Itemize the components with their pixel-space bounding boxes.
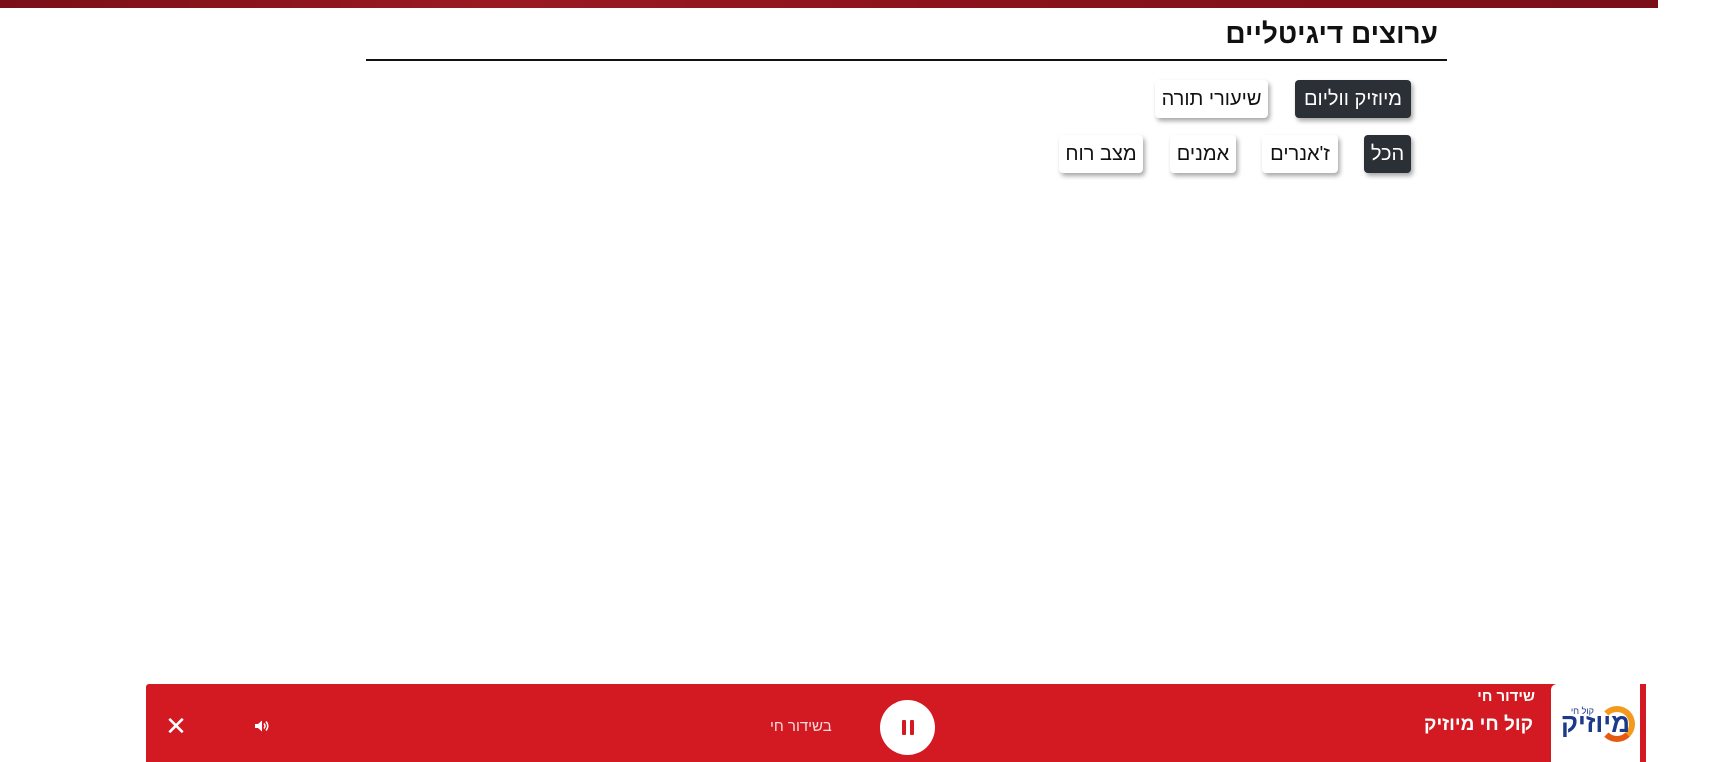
- player-edge: [1640, 684, 1646, 762]
- filter-all[interactable]: הכל: [1364, 135, 1411, 173]
- title-divider: [366, 59, 1447, 61]
- filter-artists[interactable]: אמנים: [1170, 135, 1236, 173]
- tab-torah-lessons[interactable]: שיעורי תורה: [1155, 80, 1268, 118]
- pause-button[interactable]: [880, 700, 935, 755]
- close-icon: ✕: [165, 711, 187, 741]
- filter-genres[interactable]: ז'אנרים: [1262, 135, 1338, 173]
- on-air-status: בשידור חי: [770, 718, 832, 735]
- page-title: ערוצים דיגיטליים: [1225, 18, 1438, 49]
- logo-text: מיוזיק: [1561, 708, 1630, 738]
- volume-icon: [255, 720, 269, 732]
- live-label: שידור חי: [1477, 688, 1535, 705]
- station-logo: קול חי מיוזיק: [1551, 684, 1640, 762]
- header-band: [0, 0, 1658, 8]
- tab-music-volume[interactable]: מיוזיק ווליום: [1295, 80, 1411, 118]
- pause-icon: [901, 720, 914, 735]
- station-name: קול חי מיוזיק: [1424, 714, 1533, 735]
- volume-button[interactable]: [252, 716, 272, 736]
- close-button[interactable]: ✕: [164, 712, 188, 740]
- filter-mood[interactable]: מצב רוח: [1059, 135, 1143, 173]
